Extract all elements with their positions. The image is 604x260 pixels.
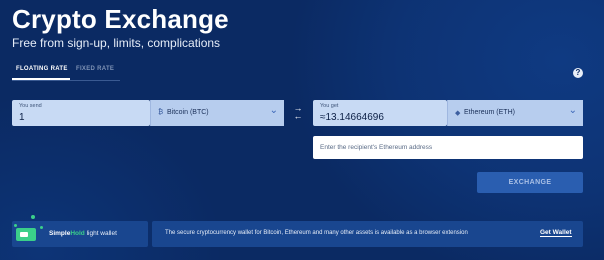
get-label: You get	[320, 103, 339, 109]
get-wallet-link[interactable]: Get Wallet	[540, 229, 572, 237]
wallet-icon	[16, 228, 36, 241]
get-amount-field: You get ≈13.14664696	[313, 100, 447, 126]
send-label: You send	[19, 103, 42, 109]
recipient-address-input[interactable]: Enter the recipient's Ethereum address	[313, 136, 583, 159]
send-amount-input[interactable]: 1	[19, 112, 25, 123]
decor-dot	[31, 215, 35, 219]
rate-tabs: FLOATING RATE FIXED RATE	[12, 66, 120, 81]
tab-floating-rate[interactable]: FLOATING RATE	[12, 66, 70, 80]
get-amount-value: ≈13.14664696	[320, 112, 384, 123]
chevron-down-icon: ⌄	[568, 105, 577, 116]
brand-hold: Hold	[70, 230, 85, 237]
wallet-banner-text: The secure cryptocurrency wallet for Bit…	[165, 230, 468, 236]
brand-light-wallet: light wallet	[84, 230, 117, 237]
ethereum-icon: ◆	[455, 110, 461, 117]
page-subtitle: Free from sign-up, limits, complications	[12, 36, 221, 50]
decor-dot	[40, 226, 43, 229]
help-icon[interactable]: ?	[573, 68, 583, 78]
brand-simple: Simple	[49, 230, 71, 237]
exchange-button[interactable]: EXCHANGE	[477, 172, 583, 193]
bitcoin-icon: ₿	[158, 109, 164, 116]
get-currency-select[interactable]: ◆ Ethereum (ETH) ⌄	[447, 100, 583, 126]
tab-fixed-rate[interactable]: FIXED RATE	[74, 66, 120, 80]
exchange-widget: Crypto Exchange Free from sign-up, limit…	[0, 0, 604, 260]
swap-icon[interactable]: → ←	[289, 104, 307, 122]
chevron-down-icon: ⌄	[269, 105, 278, 116]
send-currency-select[interactable]: ₿ Bitcoin (BTC) ⌄	[150, 100, 284, 126]
decor-dot	[14, 224, 17, 227]
wallet-brand: SimpleHold light wallet	[49, 230, 117, 237]
page-title: Crypto Exchange	[12, 4, 229, 34]
send-amount-field[interactable]: You send 1	[12, 100, 150, 126]
send-currency-label: Bitcoin (BTC)	[167, 109, 209, 116]
get-currency-label: Ethereum (ETH)	[464, 109, 515, 116]
